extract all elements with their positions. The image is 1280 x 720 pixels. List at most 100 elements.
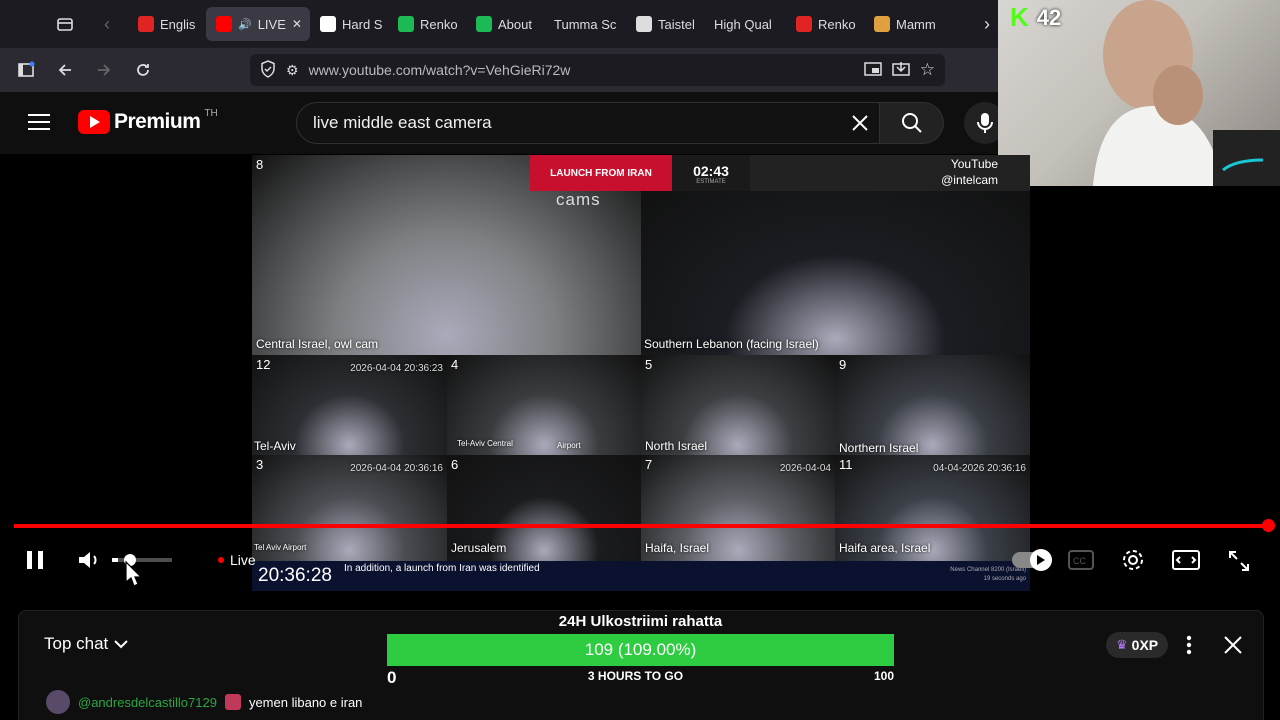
camera-feed: 9 Northern Israel bbox=[835, 355, 1030, 455]
browser-tab[interactable]: Renko bbox=[388, 7, 466, 41]
tabs-scroll-left-icon[interactable]: ‹ bbox=[90, 7, 124, 41]
search-icon bbox=[901, 113, 922, 133]
subtitles-button[interactable]: CC bbox=[1068, 550, 1094, 575]
progress-scrubber[interactable] bbox=[1262, 519, 1275, 532]
camera-label: Tel-Aviv bbox=[254, 439, 296, 453]
camera-feed: 11 Haifa area, Israel 04-04-2026 20:36:16 bbox=[835, 455, 1030, 561]
goal-value: 109 (109.00%) bbox=[584, 640, 697, 659]
camera-number: 11 bbox=[839, 457, 853, 472]
live-badge[interactable]: Live bbox=[218, 552, 256, 568]
search-button[interactable] bbox=[880, 102, 944, 144]
news-ticker: In addition, a launch from Iran was iden… bbox=[344, 563, 540, 574]
fullscreen-button[interactable] bbox=[1228, 550, 1250, 577]
camera-feed: 3 Tel Aviv Airport 2026-04-04 20:36:16 bbox=[252, 455, 447, 561]
browser-tab[interactable]: Renko bbox=[786, 7, 864, 41]
news-clock: 20:36:28 bbox=[258, 565, 332, 586]
chevron-down-icon bbox=[114, 640, 128, 649]
camera-number: 4 bbox=[451, 357, 459, 372]
live-dot-icon bbox=[218, 557, 224, 563]
camera-number: 12 bbox=[256, 357, 271, 372]
theater-mode-button[interactable] bbox=[1172, 550, 1200, 575]
address-bar[interactable]: ⚙ www.youtube.com/watch?v=VehGieRi72w ☆ bbox=[250, 54, 945, 86]
camera-timestamp: 2026-04-04 20:36:23 bbox=[350, 363, 443, 374]
camera-number: 3 bbox=[256, 457, 264, 472]
tab-favicon-icon bbox=[636, 16, 652, 32]
tab-label: Hard S bbox=[342, 16, 383, 32]
pause-button[interactable] bbox=[24, 548, 46, 577]
close-tab-icon[interactable]: ✕ bbox=[292, 17, 302, 31]
goal-title: 24H Ulkostriimi rahatta bbox=[558, 613, 723, 630]
browser-tab[interactable]: 🔊 LIVE ✕ bbox=[206, 7, 310, 41]
timer-caption: ESTIMATE bbox=[696, 179, 726, 185]
volume-slider[interactable] bbox=[112, 558, 172, 562]
shield-icon[interactable] bbox=[260, 59, 276, 81]
tab-overview-icon[interactable] bbox=[48, 7, 82, 41]
tab-label: Renko bbox=[420, 16, 458, 32]
kick-count-badge: K 42 bbox=[1010, 2, 1061, 33]
tab-favicon-icon bbox=[796, 16, 812, 32]
bookmark-star-icon[interactable]: ☆ bbox=[920, 60, 935, 80]
tab-favicon-icon bbox=[398, 16, 414, 32]
clear-search-icon[interactable] bbox=[849, 112, 871, 139]
browser-tab[interactable]: Hard S bbox=[310, 7, 388, 41]
reload-icon[interactable] bbox=[126, 53, 160, 87]
camera-feed: 4 Tel-Aviv Central Airport bbox=[447, 355, 641, 455]
play-icon bbox=[1037, 555, 1045, 565]
search-query[interactable]: live middle east camera bbox=[313, 113, 492, 133]
volume-level bbox=[112, 558, 118, 562]
save-to-pocket-icon[interactable] bbox=[892, 61, 910, 80]
xp-badge[interactable]: ♛ 0XP bbox=[1106, 632, 1169, 658]
picture-in-picture-icon[interactable] bbox=[864, 61, 882, 80]
chat-message: @andresdelcastillo7129 yemen libano e ir… bbox=[46, 690, 362, 714]
forward-icon[interactable] bbox=[87, 53, 121, 87]
autoplay-toggle-knob bbox=[1030, 549, 1052, 571]
browser-tab[interactable]: Englis bbox=[128, 7, 206, 41]
youtube-play-logo-icon bbox=[78, 110, 110, 134]
tab-favicon-icon bbox=[320, 16, 336, 32]
audio-playing-icon[interactable]: 🔊 bbox=[238, 18, 252, 31]
tab-label: Tumma Sc bbox=[554, 16, 617, 32]
search-input[interactable]: live middle east camera bbox=[296, 102, 880, 144]
mute-button[interactable] bbox=[76, 548, 102, 577]
avatar[interactable] bbox=[46, 690, 70, 714]
browser-tab[interactable]: Tumma Sc bbox=[544, 7, 626, 41]
close-icon bbox=[1224, 636, 1242, 654]
region-code: TH bbox=[204, 108, 218, 119]
browser-tab[interactable]: High Qual bbox=[704, 7, 786, 41]
progress-bar[interactable] bbox=[14, 524, 1270, 528]
launch-timer: 02:43 ESTIMATE bbox=[672, 155, 750, 191]
tab-favicon-icon bbox=[476, 16, 492, 32]
channel-line-1: YouTube bbox=[950, 157, 998, 171]
volume-icon bbox=[79, 552, 97, 568]
camera-label: Haifa, Israel bbox=[645, 541, 710, 555]
menu-icon[interactable] bbox=[28, 112, 50, 132]
chat-username[interactable]: @andresdelcastillo7129 bbox=[78, 695, 217, 710]
youtube-logo[interactable]: Premium TH bbox=[78, 108, 218, 134]
browser-tab[interactable]: Mamm bbox=[864, 7, 942, 41]
chat-more-options-icon[interactable] bbox=[1184, 634, 1194, 661]
settings-button[interactable] bbox=[1121, 548, 1145, 577]
browser-tab[interactable]: About bbox=[466, 7, 544, 41]
browser-tab[interactable]: Taistel bbox=[626, 7, 704, 41]
member-badge-icon bbox=[224, 694, 241, 710]
goal-progress-bar: 109 (109.00%) bbox=[387, 634, 894, 666]
back-icon[interactable] bbox=[48, 53, 82, 87]
autoplay-toggle[interactable] bbox=[1012, 549, 1052, 571]
chat-mode-label: Top chat bbox=[44, 634, 109, 653]
tab-label: High Qual bbox=[714, 16, 772, 32]
gear-icon bbox=[1123, 550, 1143, 570]
tab-label: Renko bbox=[818, 16, 856, 32]
theater-icon bbox=[1172, 550, 1200, 570]
camera-label: Haifa area, Israel bbox=[839, 541, 931, 555]
chat-message-text: yemen libano e iran bbox=[248, 694, 363, 710]
camera-timestamp: 04-04-2026 20:36:16 bbox=[933, 463, 1026, 474]
page-settings-icon[interactable]: ⚙ bbox=[286, 62, 299, 79]
channel-watermark: YouTube @intelcam bbox=[934, 156, 998, 188]
close-chat-button[interactable] bbox=[1222, 634, 1244, 661]
launch-banner: LAUNCH FROM IRAN bbox=[530, 155, 672, 191]
chat-mode-dropdown[interactable]: Top chat bbox=[44, 634, 128, 654]
sidebar-toggle-icon[interactable] bbox=[9, 53, 43, 87]
timer-value: 02:43 bbox=[693, 163, 729, 179]
url-text[interactable]: www.youtube.com/watch?v=VehGieRi72w bbox=[309, 62, 854, 78]
cams-watermark: cams bbox=[556, 190, 601, 209]
